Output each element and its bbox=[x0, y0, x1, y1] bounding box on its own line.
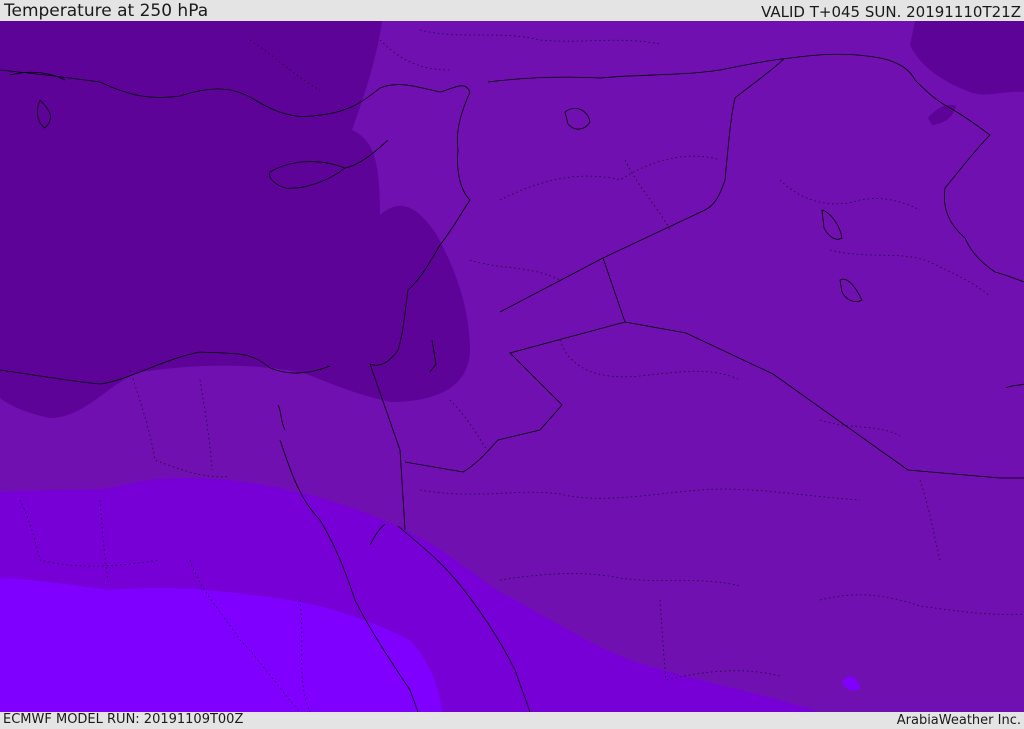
weather-map-page: Temperature at 250 hPa VALID T+045 SUN. … bbox=[0, 0, 1024, 729]
model-run-label: ECMWF MODEL RUN: 20191109T00Z bbox=[3, 712, 244, 727]
valid-time: VALID T+045 SUN. 20191110T21Z bbox=[761, 3, 1021, 21]
footer-bar: ECMWF MODEL RUN: 20191109T00Z ArabiaWeat… bbox=[0, 712, 1024, 729]
temperature-map bbox=[0, 21, 1024, 712]
map-title: Temperature at 250 hPa bbox=[4, 1, 209, 21]
header-bar: Temperature at 250 hPa VALID T+045 SUN. … bbox=[0, 0, 1024, 21]
credit-label: ArabiaWeather Inc. bbox=[896, 713, 1021, 728]
